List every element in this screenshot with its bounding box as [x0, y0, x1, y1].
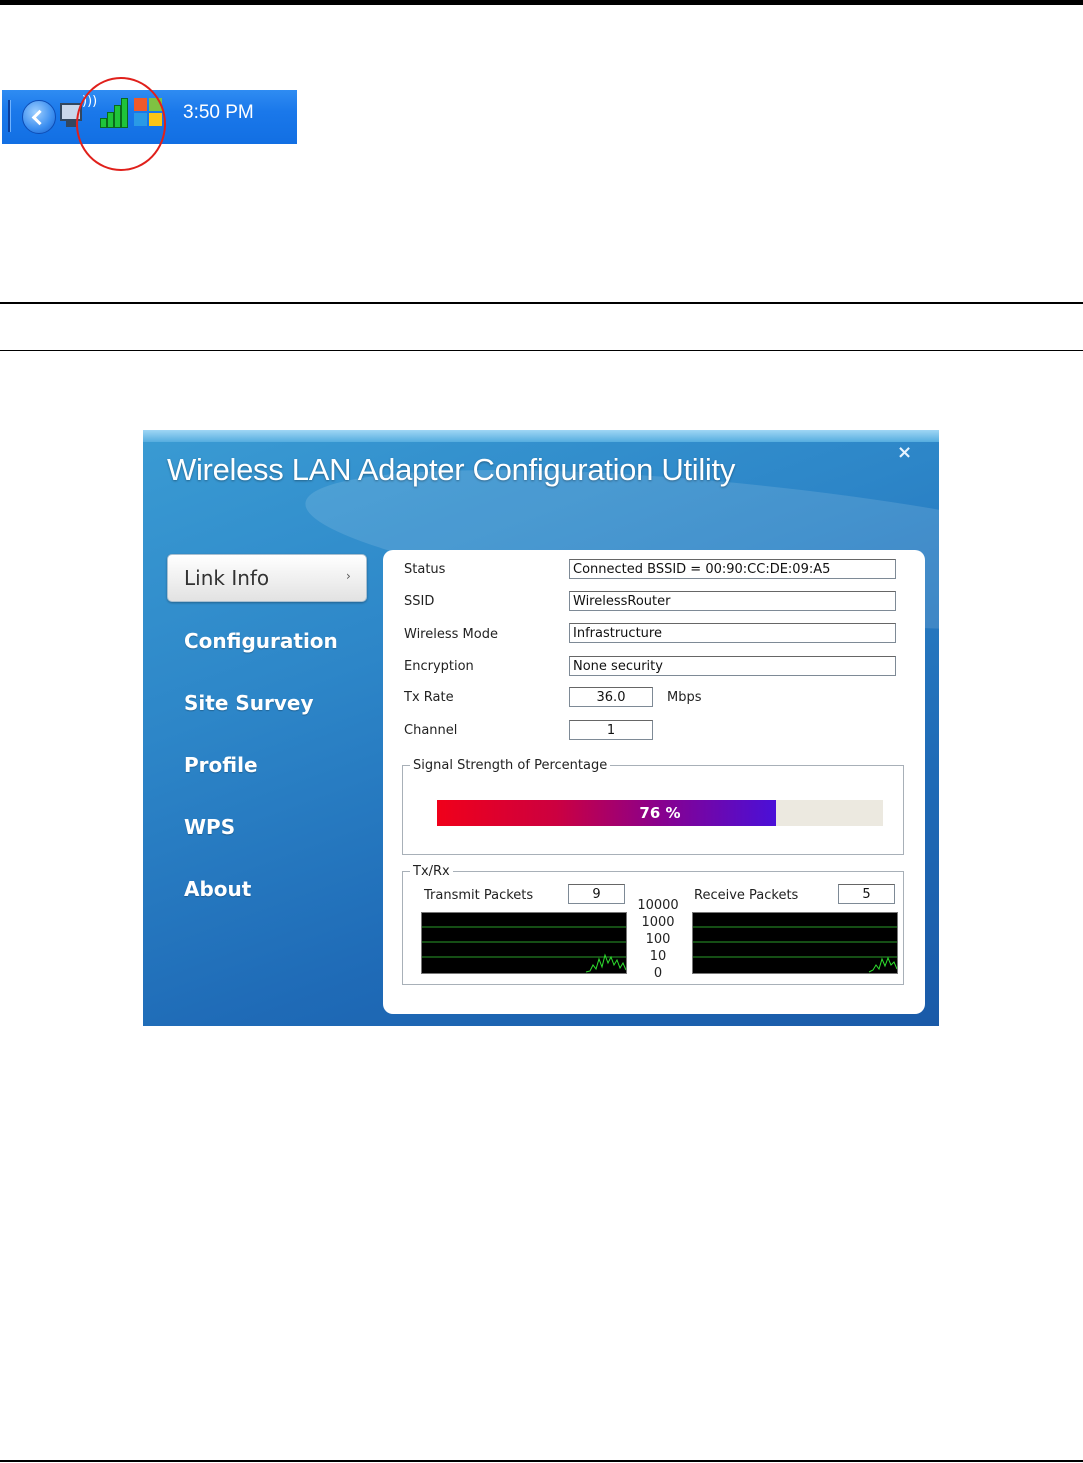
nav-link-info[interactable]: Link Info ›	[167, 554, 367, 602]
top-rule	[0, 0, 1083, 5]
nav-about[interactable]: About	[184, 877, 251, 901]
link-info-panel: Status Connected BSSID = 00:90:CC:DE:09:…	[383, 550, 925, 1014]
highlight-circle	[76, 77, 166, 171]
transmit-graph-plot	[422, 926, 626, 973]
signal-strength-title: Signal Strength of Percentage	[410, 758, 611, 773]
nav-profile[interactable]: Profile	[184, 753, 258, 777]
bottom-rule	[0, 1460, 1083, 1462]
scale-label-10000: 10000	[637, 898, 679, 913]
divider-rule	[0, 302, 1083, 304]
signal-strength-text: 76 %	[639, 804, 681, 822]
scale-label-1000: 1000	[641, 915, 675, 930]
receive-graph	[692, 912, 898, 974]
divider-rule-2	[0, 350, 1083, 351]
tx-rate-label: Tx Rate	[404, 690, 454, 705]
chevron-right-icon: ›	[346, 569, 351, 583]
nav-configuration[interactable]: Configuration	[184, 629, 338, 653]
nav-wps[interactable]: WPS	[184, 815, 235, 839]
tray-separator	[8, 100, 11, 132]
channel-field: 1	[569, 720, 653, 740]
signal-strength-bar: 76 %	[437, 800, 883, 826]
ssid-field: WirelessRouter	[569, 591, 896, 611]
txrx-title: Tx/Rx	[410, 864, 453, 879]
ssid-label: SSID	[404, 594, 435, 609]
transmit-packets-label: Transmit Packets	[424, 888, 534, 903]
status-label: Status	[404, 562, 446, 577]
transmit-packets-field: 9	[568, 884, 625, 904]
status-field: Connected BSSID = 00:90:CC:DE:09:A5	[569, 559, 896, 579]
receive-packets-label: Receive Packets	[694, 888, 799, 903]
nav-site-survey[interactable]: Site Survey	[184, 691, 314, 715]
nav-link-info-label: Link Info	[184, 566, 270, 590]
tx-rate-field: 36.0	[569, 687, 653, 707]
encryption-field: None security	[569, 656, 896, 676]
receive-graph-plot	[693, 926, 897, 973]
transmit-graph	[421, 912, 627, 974]
scale-label-100: 100	[645, 932, 671, 947]
encryption-label: Encryption	[404, 659, 474, 674]
tx-rate-unit: Mbps	[667, 690, 702, 705]
channel-label: Channel	[404, 723, 458, 738]
close-icon[interactable]: ×	[897, 442, 912, 463]
scale-label-10: 10	[649, 949, 667, 964]
back-arrow-icon[interactable]	[22, 100, 56, 134]
wireless-mode-label: Wireless Mode	[404, 627, 498, 642]
tray-clock[interactable]: 3:50 PM	[183, 102, 254, 124]
wireless-mode-field: Infrastructure	[569, 623, 896, 643]
window-title: Wireless LAN Adapter Configuration Utili…	[167, 452, 736, 487]
receive-packets-field: 5	[838, 884, 895, 904]
scale-label-0: 0	[653, 966, 663, 981]
utility-window: Wireless LAN Adapter Configuration Utili…	[143, 430, 939, 1026]
